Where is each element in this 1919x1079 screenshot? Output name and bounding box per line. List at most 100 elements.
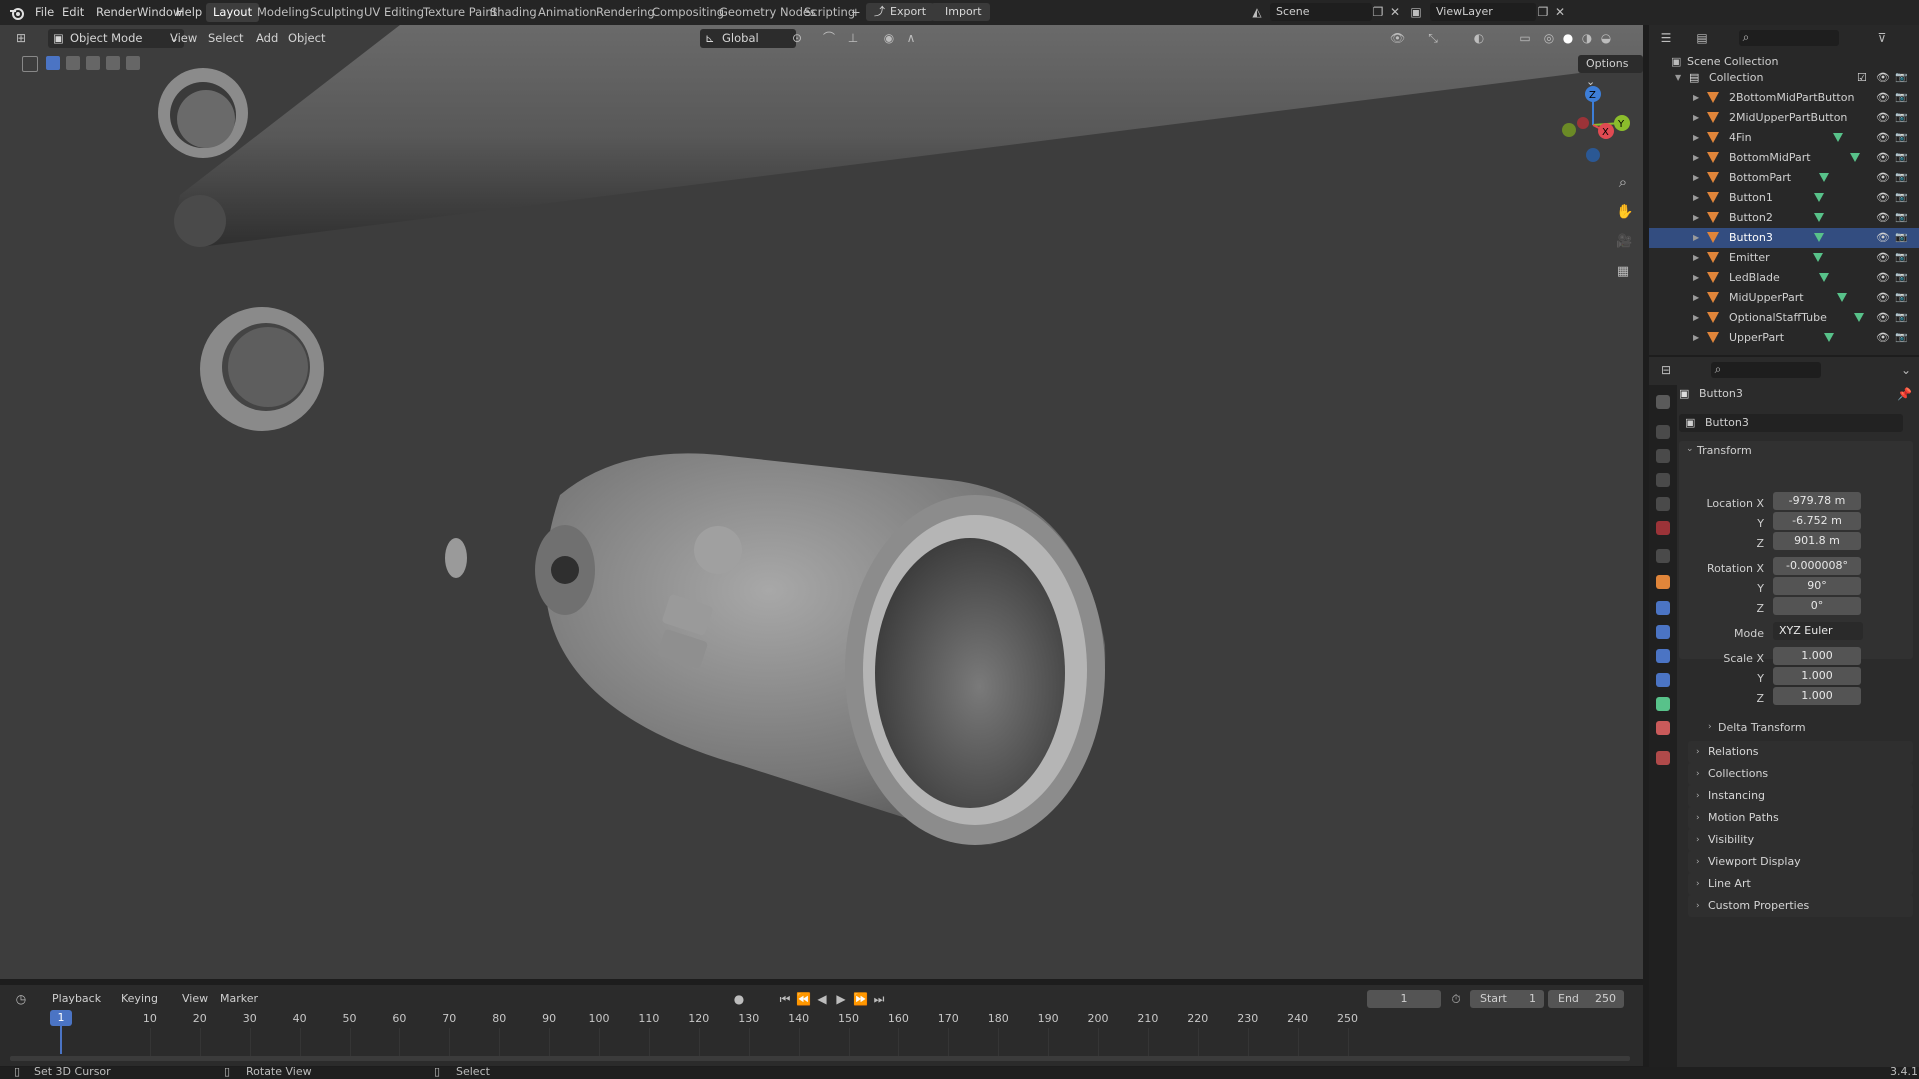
scene-icon[interactable]: ◭: [1250, 5, 1264, 19]
scale-x-field[interactable]: 1.000: [1773, 647, 1861, 665]
data-tab-icon[interactable]: [1656, 697, 1670, 711]
camera-icon[interactable]: 📷: [1895, 248, 1907, 268]
pan-hand-icon[interactable]: ✋: [1616, 205, 1633, 219]
playhead-line[interactable]: [60, 1026, 62, 1054]
view-layer-field[interactable]: ViewLayer: [1430, 3, 1536, 21]
end-frame-field[interactable]: End 250: [1548, 990, 1624, 1008]
wireframe-shading-icon[interactable]: ◎: [1542, 31, 1556, 45]
outliner-item[interactable]: ▶ 2BottomMidPartButton 👁 📷: [1649, 88, 1919, 108]
eye-icon[interactable]: 👁: [1876, 248, 1890, 268]
expand-triangle-icon[interactable]: ▶: [1693, 108, 1699, 128]
chevron-down-icon[interactable]: ⌄: [1899, 363, 1913, 377]
scale-y-field[interactable]: 1.000: [1773, 667, 1861, 685]
zoom-icon[interactable]: ⌕: [1616, 175, 1630, 190]
property-panel[interactable]: › Line Art: [1688, 873, 1913, 895]
viewport-menu-view[interactable]: View: [170, 29, 197, 48]
select-invert-mode-icon[interactable]: [106, 56, 120, 70]
camera-icon[interactable]: 📷: [1895, 128, 1907, 148]
camera-icon[interactable]: 📷: [1895, 228, 1907, 248]
mesh-data-icon[interactable]: [1814, 233, 1824, 242]
rotation-z-field[interactable]: 0°: [1773, 597, 1861, 615]
property-panel[interactable]: › Motion Paths: [1688, 807, 1913, 829]
object-datablock-field[interactable]: ▣ Button3: [1679, 414, 1903, 432]
mesh-data-icon[interactable]: [1814, 193, 1824, 202]
mesh-data-icon[interactable]: [1833, 133, 1843, 142]
expand-triangle-icon[interactable]: ▶: [1693, 288, 1699, 308]
camera-icon[interactable]: 📷: [1895, 328, 1907, 348]
eye-icon[interactable]: 👁: [1876, 328, 1890, 348]
expand-triangle-icon[interactable]: ▶: [1693, 268, 1699, 288]
blender-logo-icon[interactable]: [9, 0, 25, 25]
outliner-item[interactable]: ▶ 2MidUpperPartButton 👁 📷: [1649, 108, 1919, 128]
eye-icon[interactable]: 👁: [1876, 308, 1890, 328]
expand-triangle-icon[interactable]: ▶: [1693, 248, 1699, 268]
current-frame-field[interactable]: 1: [1367, 990, 1441, 1008]
location-z-field[interactable]: 901.8 m: [1773, 532, 1861, 550]
property-panel[interactable]: › Viewport Display: [1688, 851, 1913, 873]
rotation-mode-dropdown[interactable]: XYZ Euler: [1773, 622, 1863, 640]
physics-tab-icon[interactable]: [1656, 649, 1670, 663]
expand-triangle-icon[interactable]: ▶: [1693, 228, 1699, 248]
eye-icon[interactable]: 👁: [1876, 168, 1890, 188]
xray-icon[interactable]: ▭: [1518, 31, 1532, 45]
property-panel[interactable]: › Custom Properties: [1688, 895, 1913, 917]
transform-label[interactable]: Transform: [1697, 444, 1752, 457]
timeline-editor-icon[interactable]: ◷: [14, 992, 28, 1006]
timeline-menu-playback[interactable]: Playback: [52, 992, 101, 1005]
overlay-icon[interactable]: ◐: [1472, 31, 1486, 45]
expand-triangle-icon[interactable]: ▼: [1675, 68, 1681, 88]
jump-start-icon[interactable]: ⏮: [778, 992, 792, 1006]
timeline-menu-keying[interactable]: Keying: [121, 992, 158, 1005]
expand-triangle-icon[interactable]: ▶: [1693, 328, 1699, 348]
expand-triangle-icon[interactable]: ▶: [1693, 208, 1699, 228]
3d-viewport[interactable]: Z Y X ⌕ ✋ 🎥 ▦: [0, 25, 1643, 979]
expand-triangle-icon[interactable]: ▶: [1693, 128, 1699, 148]
outliner-item[interactable]: ▶ LedBlade 👁 📷: [1649, 268, 1919, 288]
constraints-tab-icon[interactable]: [1656, 673, 1670, 687]
mesh-data-icon[interactable]: [1837, 293, 1847, 302]
material-tab-icon[interactable]: [1656, 721, 1670, 735]
outliner-item[interactable]: ▶ OptionalStaffTube 👁 📷: [1649, 308, 1919, 328]
import-button[interactable]: Import: [931, 3, 990, 21]
camera-icon[interactable]: 📷: [1895, 68, 1907, 88]
menu-render[interactable]: Render: [96, 0, 137, 25]
menu-file[interactable]: File: [35, 0, 54, 25]
select-intersect-mode-icon[interactable]: [126, 56, 140, 70]
outliner-item[interactable]: ▶ Button1 👁 📷: [1649, 188, 1919, 208]
menu-edit[interactable]: Edit: [62, 0, 84, 25]
outliner-item[interactable]: ▶ BottomPart 👁 📷: [1649, 168, 1919, 188]
outliner-item[interactable]: ▶ Button3 👁 📷: [1649, 228, 1919, 248]
add-workspace-button[interactable]: +: [844, 3, 868, 22]
mesh-data-icon[interactable]: [1819, 173, 1829, 182]
filter-icon[interactable]: ⊽: [1875, 31, 1889, 45]
location-x-field[interactable]: -979.78 m: [1773, 492, 1861, 510]
start-frame-field[interactable]: Start 1: [1470, 990, 1544, 1008]
outliner-item[interactable]: ▶ UpperPart 👁 📷: [1649, 328, 1919, 348]
falloff-icon[interactable]: ∧: [904, 31, 918, 45]
snap-icon[interactable]: ⌒: [822, 31, 836, 45]
eye-icon[interactable]: 👁: [1876, 108, 1890, 128]
menu-help[interactable]: Help: [176, 0, 202, 25]
play-icon[interactable]: ▶: [834, 992, 848, 1006]
outliner-item[interactable]: ▶ MidUpperPart 👁 📷: [1649, 288, 1919, 308]
timeline-scrollbar[interactable]: [10, 1056, 1630, 1061]
properties-search-input[interactable]: ⌕: [1711, 362, 1821, 378]
camera-icon[interactable]: 📷: [1895, 308, 1907, 328]
export-button[interactable]: ⤴ Export: [866, 3, 935, 21]
particles-tab-icon[interactable]: [1656, 625, 1670, 639]
outliner-search-input[interactable]: ⌕: [1739, 30, 1839, 46]
select-subtract-mode-icon[interactable]: [86, 56, 100, 70]
rotation-x-field[interactable]: -0.000008°: [1773, 557, 1861, 575]
material-shading-icon[interactable]: ◑: [1580, 31, 1594, 45]
eye-icon[interactable]: 👁: [1876, 208, 1890, 228]
gizmo-toggle-icon[interactable]: ⤡: [1426, 31, 1440, 45]
camera-icon[interactable]: 📷: [1895, 108, 1907, 128]
editor-type-icon[interactable]: ⊞: [14, 31, 28, 45]
new-scene-icon[interactable]: ❐: [1371, 5, 1385, 19]
select-extend-mode-icon[interactable]: [66, 56, 80, 70]
object-tab-icon[interactable]: [1656, 575, 1670, 589]
checkbox-icon[interactable]: ☑: [1857, 68, 1867, 88]
eye-icon[interactable]: 👁: [1876, 148, 1890, 168]
view-layer-tab-icon[interactable]: [1656, 473, 1670, 487]
properties-editor-icon[interactable]: ⊟: [1659, 363, 1673, 377]
